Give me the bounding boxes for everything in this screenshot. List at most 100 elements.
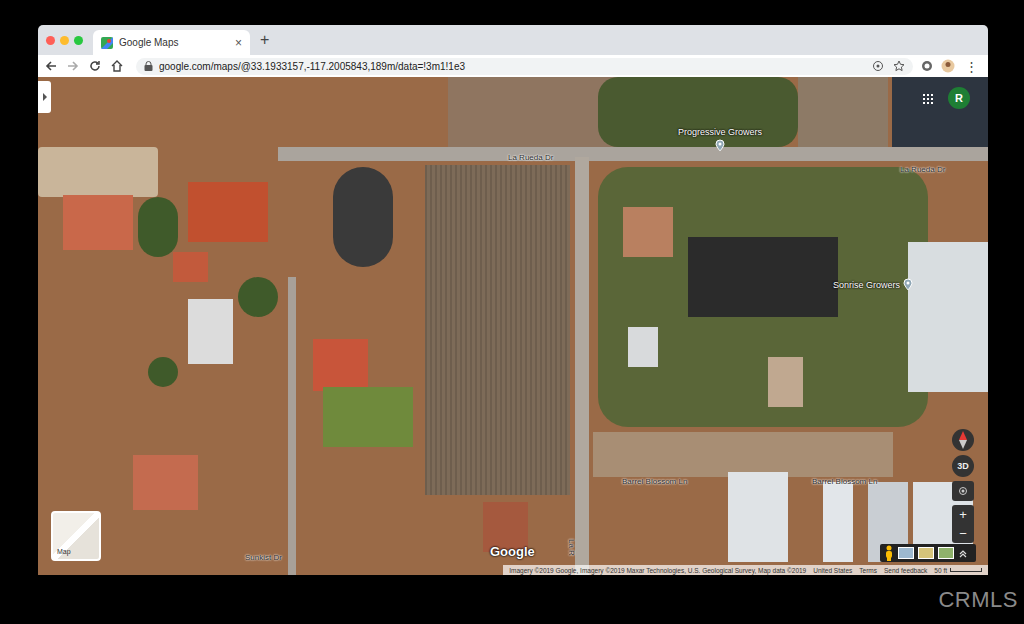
- road-name: Barrel Blossom Ln: [622, 477, 687, 486]
- map-label[interactable]: Sunkist Dr: [245, 553, 282, 562]
- road-name: La Rueda Dr: [900, 165, 945, 174]
- zoom-out-button[interactable]: −: [952, 524, 974, 543]
- tab-close[interactable]: ×: [235, 36, 242, 50]
- map-label[interactable]: Barrel Blossom Ln: [812, 477, 877, 486]
- minimize-dot[interactable]: [60, 36, 69, 45]
- browser-window: Google Maps × + google.com/maps/@33.1933…: [38, 25, 988, 575]
- map-feature: [623, 207, 673, 257]
- watermark-row: CRMLS: [0, 575, 1024, 624]
- road-name: La Rueda Dr: [508, 153, 553, 162]
- footer-link[interactable]: Send feedback: [884, 567, 927, 574]
- map-feature: [278, 147, 988, 161]
- zoom-in-button[interactable]: +: [952, 505, 974, 524]
- menu-button[interactable]: ⋮: [963, 59, 980, 74]
- map-feature: [688, 237, 838, 317]
- tab-label: Google Maps: [119, 37, 229, 48]
- place-name: Sonrise Growers: [833, 280, 900, 290]
- map-feature: [892, 77, 988, 150]
- place-pin-icon: [903, 278, 913, 291]
- map-feature: [333, 167, 393, 267]
- map-feature: [575, 157, 589, 575]
- back-icon[interactable]: [44, 59, 58, 73]
- forward-icon[interactable]: [66, 59, 80, 73]
- map-label[interactable]: Sonrise Growers: [833, 278, 913, 291]
- lock-icon: [144, 61, 153, 71]
- footer-link[interactable]: United States: [813, 567, 852, 574]
- maps-icon: [101, 37, 113, 49]
- url-text: google.com/maps/@33.1933157,-117.2005843…: [159, 61, 866, 72]
- place-name: Progressive Growers: [678, 127, 762, 137]
- map-footer: Imagery ©2019 Google, Imagery ©2019 Maxa…: [503, 565, 988, 575]
- map-feature: [133, 455, 198, 510]
- map-feature: [138, 197, 178, 257]
- map-feature: [238, 277, 278, 317]
- apps-grid-icon: [922, 93, 934, 105]
- compass-icon: [956, 431, 970, 449]
- layer-label: Map: [57, 548, 71, 555]
- street-view-bar: [880, 544, 976, 562]
- my-location-icon: [958, 486, 968, 496]
- map-feature: [188, 299, 233, 364]
- account-avatar[interactable]: R: [948, 87, 970, 109]
- toolbar: google.com/maps/@33.1933157,-117.2005843…: [38, 55, 988, 77]
- map-label[interactable]: La Rueda Dr: [508, 153, 553, 162]
- location-target-icon[interactable]: [872, 60, 884, 72]
- google-logo: Google: [490, 544, 535, 559]
- screen: Google Maps × + google.com/maps/@33.1933…: [0, 0, 1024, 624]
- layer-toggle[interactable]: Map: [51, 511, 101, 561]
- profile-avatar-icon[interactable]: [941, 59, 955, 73]
- map-feature: [323, 387, 413, 447]
- pegman-icon[interactable]: [884, 545, 894, 561]
- map-feature: [173, 252, 208, 282]
- satellite-map[interactable]: La Rueda Dr La Rueda Dr Progressive Grower…: [38, 77, 988, 575]
- map-feature: [38, 147, 158, 197]
- map-feature: [823, 482, 853, 562]
- map-feature: [593, 432, 893, 477]
- watermark: CRMLS: [938, 587, 1018, 613]
- zoom-controls: + −: [952, 505, 974, 543]
- imagery-thumbnail[interactable]: [918, 547, 934, 559]
- tab[interactable]: Google Maps ×: [93, 30, 250, 55]
- star-icon[interactable]: [893, 60, 905, 72]
- road-name: Sunkist Dr: [245, 553, 282, 562]
- reload-icon[interactable]: [88, 59, 102, 73]
- window-controls: [38, 36, 93, 55]
- map-feature: [728, 472, 788, 562]
- map-label[interactable]: La Rueda Dr: [900, 165, 945, 174]
- map-feature: [63, 195, 133, 250]
- map-feature: [288, 277, 296, 575]
- compass[interactable]: [952, 429, 974, 451]
- close-dot[interactable]: [46, 36, 55, 45]
- apps-grid[interactable]: [920, 91, 936, 107]
- my-location-button[interactable]: [952, 481, 974, 501]
- zoom-dot[interactable]: [74, 36, 83, 45]
- map-label[interactable]: Progressive Growers: [678, 127, 762, 152]
- home-icon[interactable]: [110, 59, 124, 73]
- imagery-thumbnail[interactable]: [938, 547, 954, 559]
- sidebar-toggle[interactable]: [38, 81, 51, 113]
- extension-icon[interactable]: [921, 60, 933, 72]
- road-name: Barrel Blossom Ln: [812, 477, 877, 486]
- chevron-right-icon: [42, 93, 48, 101]
- imagery-thumbnail[interactable]: [898, 547, 914, 559]
- scale-bar: 50 ft: [934, 567, 982, 574]
- place-pin-icon: [715, 139, 725, 152]
- map-feature: [798, 77, 888, 147]
- map-feature: [188, 182, 268, 242]
- scale-line: [950, 568, 982, 572]
- address-bar[interactable]: google.com/maps/@33.1933157,-117.2005843…: [136, 58, 913, 75]
- plowed-field: [425, 165, 570, 495]
- tilt-button[interactable]: 3D: [952, 455, 974, 477]
- map-feature: [148, 357, 178, 387]
- map-feature: [908, 242, 988, 392]
- tab-bar: Google Maps × +: [38, 25, 988, 55]
- new-tab-button[interactable]: +: [250, 31, 279, 55]
- map-label[interactable]: Barrel Blossom Ln: [622, 477, 687, 486]
- map-feature: [313, 339, 368, 391]
- footer-link[interactable]: Terms: [859, 567, 877, 574]
- map-feature: [768, 357, 803, 407]
- map-label[interactable]: La R: [567, 539, 576, 556]
- expand-icon[interactable]: [958, 548, 968, 558]
- footer-link[interactable]: Imagery ©2019 Google, Imagery ©2019 Maxa…: [509, 567, 806, 574]
- map-controls: 3D + −: [952, 429, 974, 543]
